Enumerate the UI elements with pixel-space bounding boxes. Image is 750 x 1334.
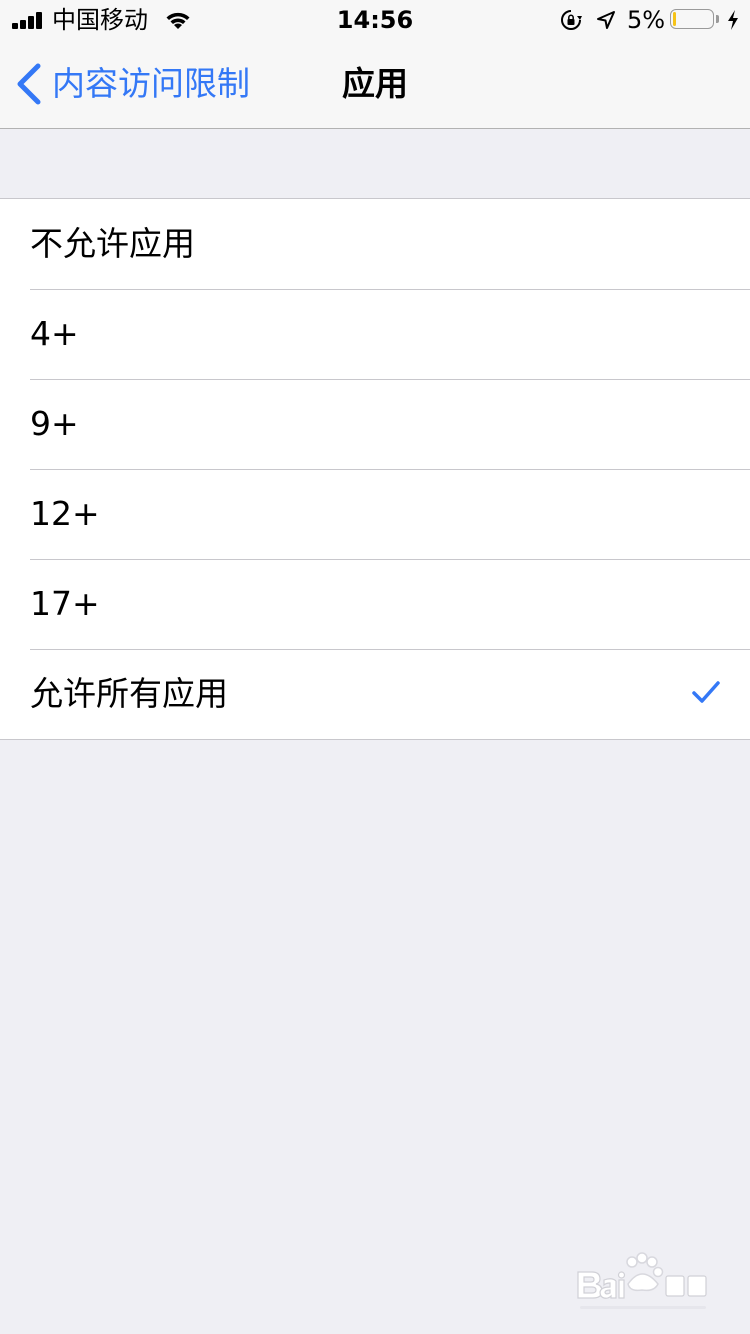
- option-row-4-plus[interactable]: 4+: [0, 289, 750, 379]
- baidu-watermark-logo: [577, 1252, 707, 1309]
- option-label: 4+: [30, 314, 79, 353]
- option-label: 17+: [30, 584, 100, 623]
- battery-fill: [673, 12, 676, 26]
- charging-icon: [728, 10, 738, 30]
- battery-icon: [670, 9, 720, 31]
- location-icon: [597, 11, 615, 29]
- option-row-no-apps[interactable]: 不允许应用: [0, 199, 750, 289]
- lock-rotation-icon: [561, 10, 582, 30]
- checkmark-icon: [692, 681, 720, 703]
- chevron-left-icon: [17, 63, 41, 105]
- status-bar: 中国移动 14:56 5%: [0, 0, 750, 40]
- back-button-label: 内容访问限制: [52, 64, 250, 103]
- navigation-bar: 内容访问限制 应用: [0, 40, 750, 129]
- option-row-9-plus[interactable]: 9+: [0, 379, 750, 469]
- option-label: 允许所有应用: [30, 674, 228, 713]
- app-rating-list: 不允许应用 4+ 9+ 12+ 17+ 允许所有应用: [0, 198, 750, 740]
- back-button[interactable]: 内容访问限制: [14, 56, 250, 112]
- option-row-allow-all-apps[interactable]: 允许所有应用: [0, 649, 750, 739]
- battery-percent: 5%: [627, 6, 666, 34]
- option-label: 9+: [30, 404, 79, 443]
- option-label: 不允许应用: [30, 224, 195, 263]
- option-row-12-plus[interactable]: 12+: [0, 469, 750, 559]
- option-label: 12+: [30, 494, 100, 533]
- option-row-17-plus[interactable]: 17+: [0, 559, 750, 649]
